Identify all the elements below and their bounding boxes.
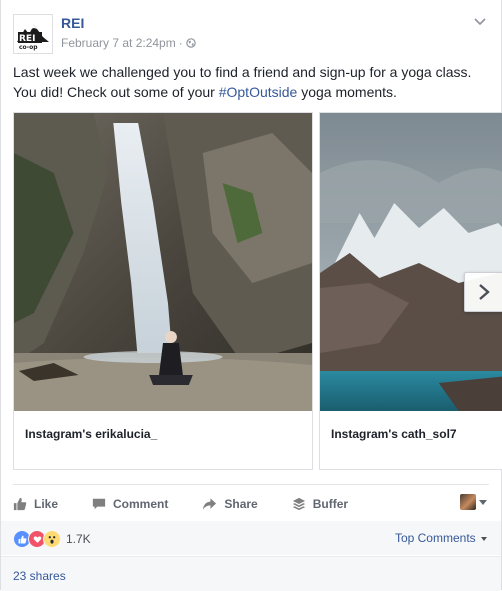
action-bar: Like Comment Share Buffer [13,490,489,518]
post-header: REI co-op REI February 7 at 2:24pm · [13,10,489,54]
photo-carousel: Instagram's erikalucia_ Instagram's cath… [13,112,502,472]
post-text-end: yoga moments. [297,84,397,100]
reaction-count: 1.7K [66,532,91,546]
like-label: Like [34,497,59,511]
post-meta: February 7 at 2:24pm · [61,36,196,50]
facebook-post: REI co-op REI February 7 at 2:24pm · Las… [0,0,502,591]
share-label: Share [224,497,258,511]
avatar [460,494,476,510]
reactions-bar: 1.7K Top Comments [1,521,501,555]
post-as-selector[interactable] [460,494,487,510]
meta-separator: · [178,36,183,50]
logo-subtext: co-op [19,44,38,51]
caret-down-icon [479,499,487,505]
buffer-label: Buffer [312,497,349,511]
reaction-summary[interactable]: 1.7K [13,530,91,548]
caret-down-icon [481,536,487,541]
like-button[interactable]: Like [13,497,58,511]
card-caption[interactable]: Instagram's cath_sol7 [331,427,457,441]
card-caption[interactable]: Instagram's erikalucia_ [25,427,157,441]
top-comments-dropdown[interactable]: Top Comments [395,531,487,545]
share-button[interactable]: Share [202,497,258,511]
top-comments-label: Top Comments [394,531,476,545]
comment-label: Comment [113,497,169,511]
chevron-right-icon [479,284,490,300]
shares-link[interactable]: 23 shares [13,569,66,583]
waterfall-yoga-photo[interactable] [14,113,312,411]
hashtag-link[interactable]: #OptOutside [219,84,298,100]
comment-button[interactable]: Comment [92,497,168,511]
globe-icon[interactable] [185,38,196,48]
post-message: Last week we challenged you to find a fr… [13,62,483,102]
comment-icon [92,498,106,510]
carousel-next-button[interactable] [464,272,502,312]
thumbs-up-icon [13,497,27,511]
logo-wordmark: REI [19,34,35,44]
post-timestamp[interactable]: February 7 at 2:24pm [61,36,176,50]
divider [13,484,489,485]
carousel-card[interactable]: Instagram's erikalucia_ [13,112,313,470]
buffer-button[interactable]: Buffer [292,497,348,511]
buffer-stack-icon [292,497,305,511]
rei-logo[interactable]: REI co-op [13,14,53,54]
share-arrow-icon [203,498,217,510]
wow-reaction-icon [43,530,61,548]
mountain-lake-photo[interactable] [320,113,502,411]
chevron-down-icon[interactable] [473,14,487,28]
page-name-link[interactable]: REI [61,15,84,31]
shares-bar: 23 shares [1,556,501,591]
